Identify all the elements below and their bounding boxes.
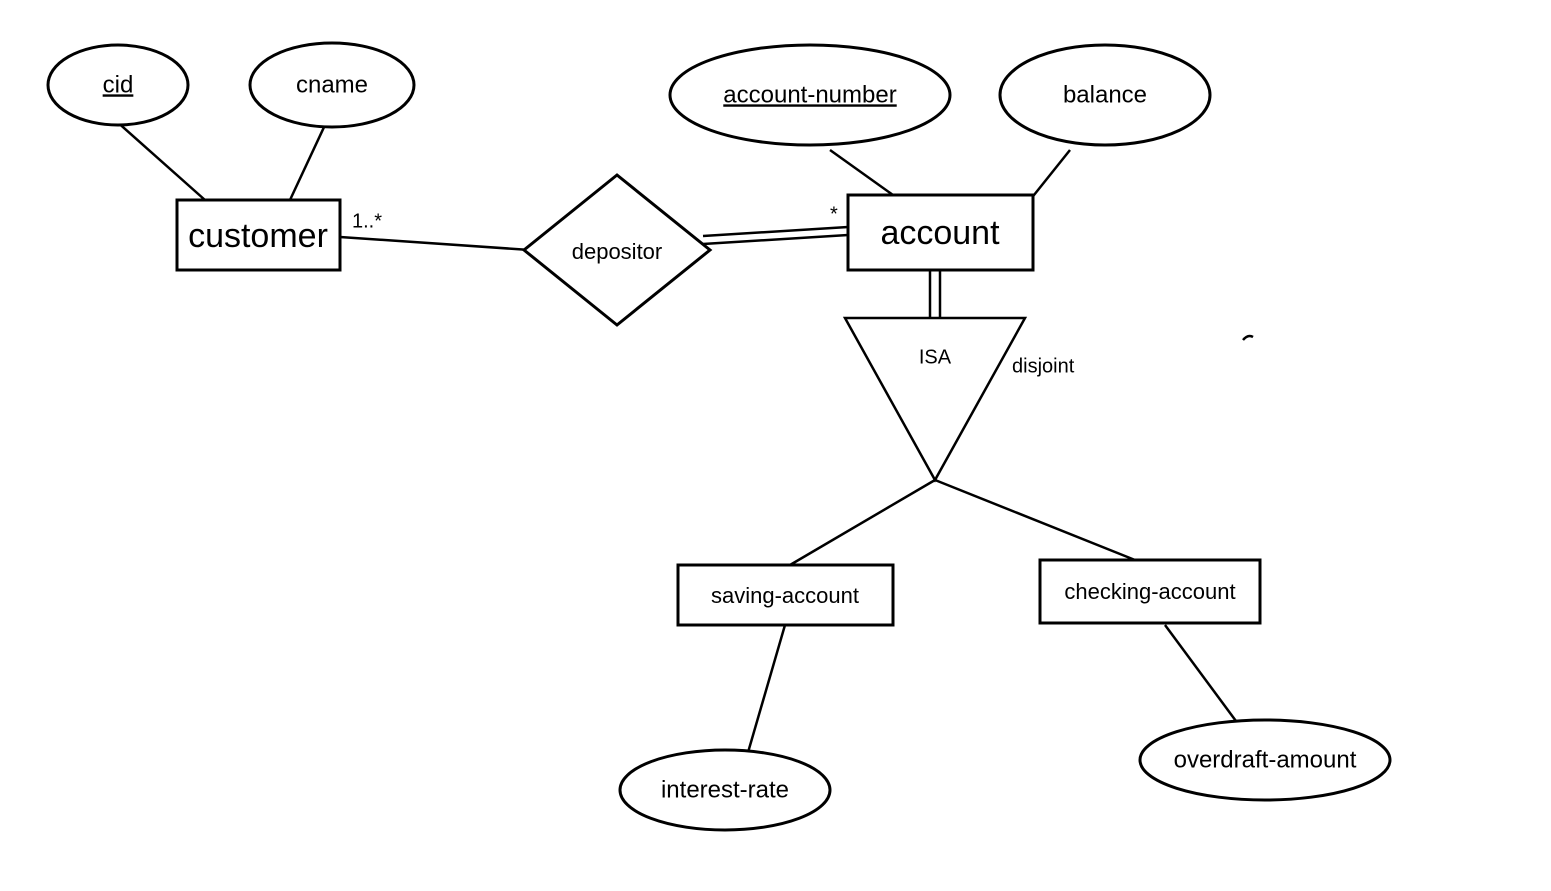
card-account-depositor: * xyxy=(830,203,838,225)
edge-customer-depositor xyxy=(340,237,530,250)
edge-isa-saving xyxy=(790,480,935,565)
edge-cid-customer xyxy=(115,120,205,200)
attr-interest-rate-label: interest-rate xyxy=(661,776,789,803)
attr-overdraft-amount-label: overdraft-amount xyxy=(1174,746,1357,773)
edge-accountnumber-account xyxy=(830,150,900,200)
attr-balance-label: balance xyxy=(1063,81,1147,108)
entity-account-label: account xyxy=(880,214,1000,252)
entity-checking-account-label: checking-account xyxy=(1064,579,1235,604)
edge-isa-checking xyxy=(935,480,1135,560)
isa-label: ISA xyxy=(919,346,952,368)
attr-cid-label: cid xyxy=(103,71,134,98)
entity-customer-label: customer xyxy=(188,217,328,255)
attr-cname-label: cname xyxy=(296,71,368,98)
attr-account-number-label: account-number xyxy=(723,81,896,108)
disjoint-label: disjoint xyxy=(1012,355,1075,377)
stray-mark xyxy=(1243,336,1253,340)
card-customer-depositor: 1..* xyxy=(352,210,382,232)
er-diagram: cid cname account-number balance interes… xyxy=(0,0,1551,891)
entity-saving-account-label: saving-account xyxy=(711,583,859,608)
edge-depositor-account-2 xyxy=(703,235,848,244)
edge-balance-account xyxy=(1030,150,1070,200)
rel-depositor-label: depositor xyxy=(572,239,663,264)
isa-triangle xyxy=(845,318,1025,480)
edge-cname-customer xyxy=(290,125,325,200)
edge-depositor-account-1 xyxy=(703,227,848,236)
